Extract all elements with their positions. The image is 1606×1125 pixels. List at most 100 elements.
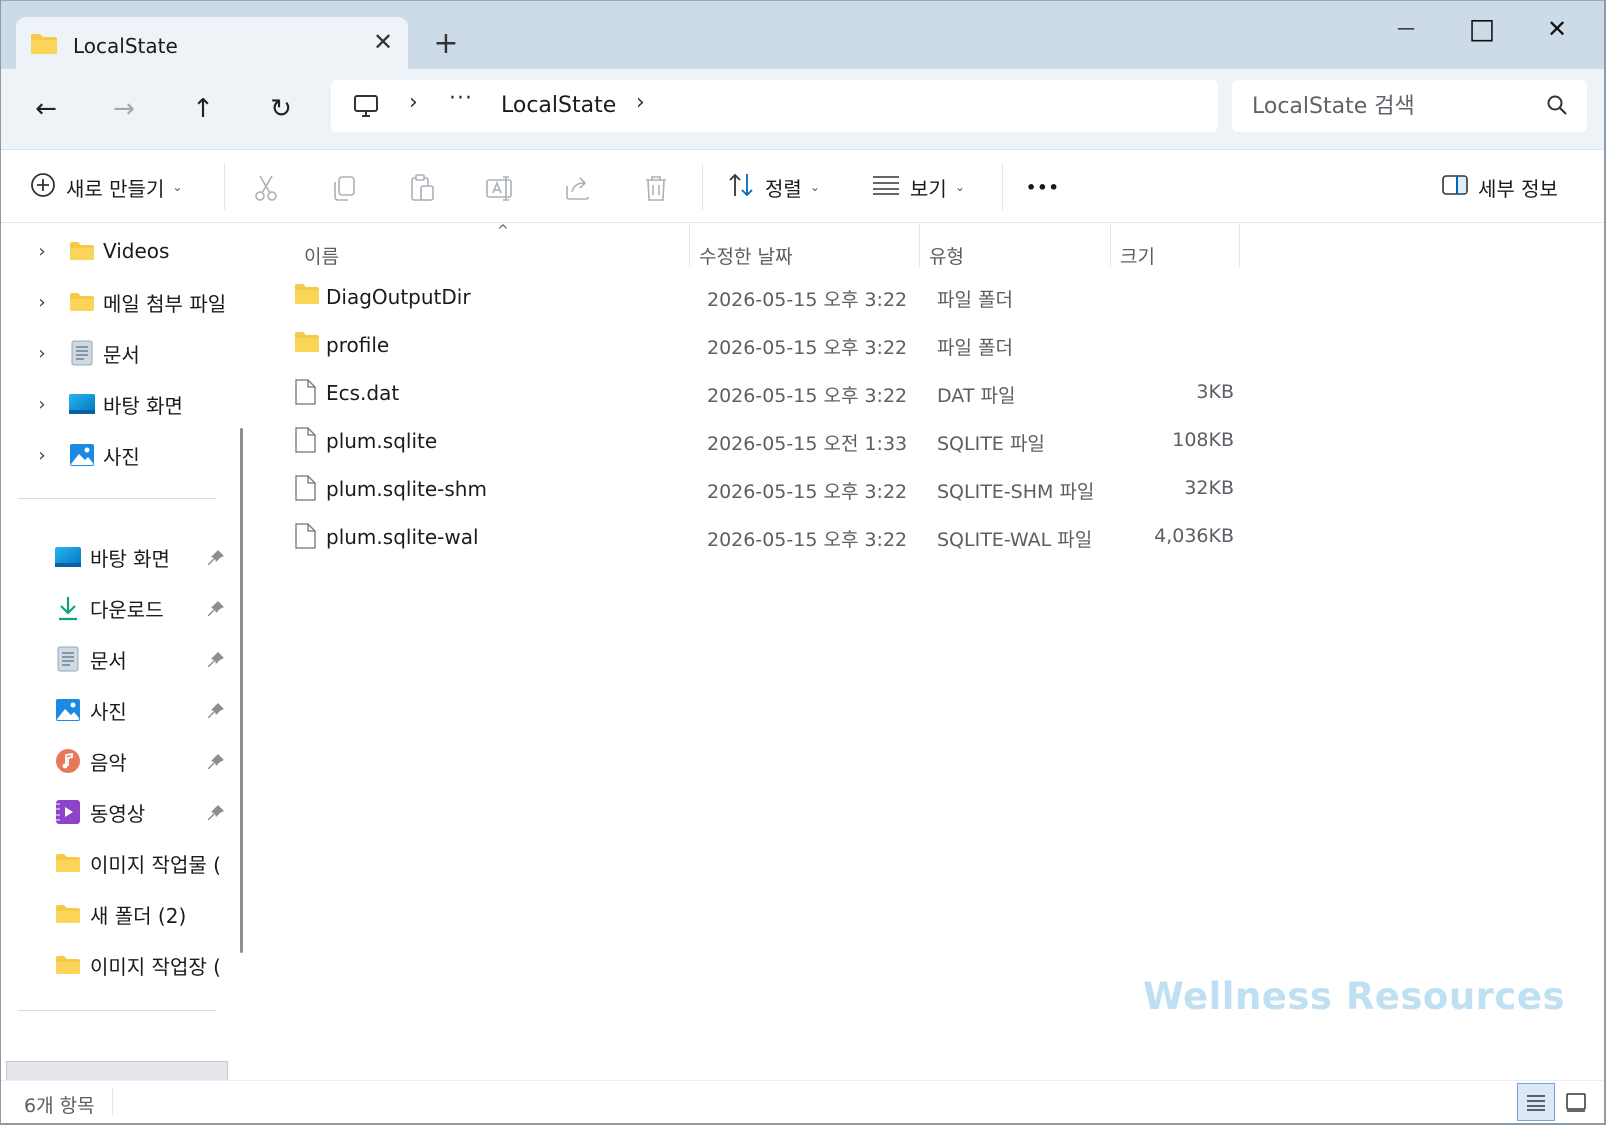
quick-access-label: 새 폴더 (2) <box>90 903 187 928</box>
column-divider[interactable] <box>1110 223 1111 267</box>
column-divider[interactable] <box>919 223 920 267</box>
status-bar: 6개 항목 <box>0 1080 1606 1125</box>
cut-icon[interactable] <box>250 172 282 204</box>
quick-access-label: 사진 <box>90 699 127 724</box>
search-input[interactable] <box>1252 88 1532 124</box>
file-row[interactable]: Ecs.dat 2026-05-15 오후 3:22 DAT 파일 3KB <box>280 371 1240 415</box>
chevron-right-icon[interactable]: › <box>32 241 52 262</box>
folder-icon <box>68 288 96 316</box>
file-row[interactable]: plum.sqlite-wal 2026-05-15 오후 3:22 SQLIT… <box>280 515 1240 559</box>
up-button[interactable]: ↑ <box>180 86 226 132</box>
quick-access-image-work-1[interactable]: 이미지 작업물 ( <box>54 843 228 883</box>
tiles-view-button[interactable] <box>1557 1083 1595 1121</box>
pictures-icon <box>68 441 96 469</box>
quick-access-label: 이미지 작업장 ( <box>90 954 221 979</box>
file-type: 파일 폴더 <box>937 289 1013 311</box>
column-divider[interactable] <box>1239 223 1240 267</box>
chevron-right-icon[interactable]: › <box>32 292 52 313</box>
video-icon <box>54 798 82 826</box>
this-pc-icon[interactable] <box>353 94 379 122</box>
column-divider[interactable] <box>689 223 690 267</box>
new-button-label: 새로 만들기 <box>66 176 165 201</box>
sidebar-item-desktop[interactable]: › 바탕 화면 <box>32 384 232 424</box>
quick-access-label: 다운로드 <box>90 597 164 622</box>
quick-access-new-folder-2[interactable]: 새 폴더 (2) <box>54 894 234 934</box>
new-button[interactable]: 새로 만들기 ⌄ <box>30 168 182 206</box>
quick-access-label: 음악 <box>90 750 127 775</box>
column-header-date[interactable]: 수정한 날짜 <box>699 235 919 275</box>
rename-icon[interactable] <box>484 172 516 204</box>
file-row[interactable]: plum.sqlite-shm 2026-05-15 오후 3:22 SQLIT… <box>280 467 1240 511</box>
copy-icon[interactable] <box>328 172 360 204</box>
file-name: plum.sqlite-wal <box>326 525 479 549</box>
quick-access-image-work-2[interactable]: 이미지 작업장 ( <box>54 945 228 985</box>
paste-icon[interactable] <box>406 172 438 204</box>
sort-button[interactable]: 정렬 ⌄ <box>727 168 820 206</box>
view-label: 보기 <box>910 176 947 201</box>
chevron-right-icon[interactable]: › <box>32 394 52 415</box>
file-type: DAT 파일 <box>937 385 1016 407</box>
view-list-icon <box>872 174 900 201</box>
chevron-down-icon: ⌄ <box>954 180 965 194</box>
file-type: SQLITE-SHM 파일 <box>937 481 1095 503</box>
details-pane-icon <box>1442 174 1468 201</box>
desktop-icon <box>54 543 82 571</box>
back-button[interactable]: ← <box>23 86 69 132</box>
breadcrumb[interactable]: › ··· LocalState › <box>331 80 1218 132</box>
column-header-type[interactable]: 유형 <box>929 235 1109 275</box>
details-view-button[interactable] <box>1517 1083 1555 1121</box>
command-bar: 새로 만들기 ⌄ 정렬 ⌄ 보기 ⌄ ••• 세부 정보 <box>0 149 1606 223</box>
folder-icon <box>54 900 82 928</box>
sidebar-item-videos[interactable]: › Videos <box>32 231 232 271</box>
close-button[interactable]: ✕ <box>1535 9 1579 49</box>
forward-button[interactable]: → <box>101 86 147 132</box>
folder-icon <box>294 331 320 357</box>
file-date: 2026-05-15 오후 3:22 <box>707 385 908 407</box>
sidebar-scrollbar[interactable] <box>240 428 243 953</box>
search-box[interactable] <box>1232 80 1587 132</box>
file-type: SQLITE-WAL 파일 <box>937 529 1093 551</box>
sidebar-item-label: 바탕 화면 <box>103 393 183 418</box>
view-button[interactable]: 보기 ⌄ <box>872 168 965 206</box>
file-icon <box>294 475 316 505</box>
folder-icon <box>30 33 58 59</box>
column-header-size[interactable]: 크기 <box>1120 235 1240 275</box>
share-icon[interactable] <box>562 172 594 204</box>
file-row[interactable]: profile 2026-05-15 오후 3:22 파일 폴더 <box>280 323 1240 367</box>
sort-icon <box>727 172 755 203</box>
file-row[interactable]: plum.sqlite 2026-05-15 오전 1:33 SQLITE 파일… <box>280 419 1240 463</box>
chevron-right-icon[interactable]: › <box>32 445 52 466</box>
maximize-button[interactable]: □ <box>1460 9 1504 49</box>
breadcrumb-current[interactable]: LocalState <box>501 93 616 118</box>
new-tab-button[interactable]: + <box>428 27 464 63</box>
breadcrumb-overflow[interactable]: ··· <box>449 86 473 111</box>
file-date: 2026-05-15 오후 3:22 <box>707 289 908 311</box>
details-pane-button[interactable]: 세부 정보 <box>1442 168 1558 206</box>
quick-access-label: 바탕 화면 <box>90 546 170 571</box>
chevron-right-icon[interactable]: › <box>32 343 52 364</box>
breadcrumb-separator-end[interactable]: › <box>636 90 645 115</box>
tab-close-icon[interactable]: ✕ <box>368 27 398 57</box>
tab-title: LocalState <box>73 34 178 58</box>
column-header-label: 수정한 날짜 <box>699 245 793 268</box>
sort-label: 정렬 <box>765 176 802 201</box>
tab-localstate[interactable]: LocalState ✕ <box>16 17 408 71</box>
file-row[interactable]: DiagOutputDir 2026-05-15 오후 3:22 파일 폴더 <box>280 275 1240 319</box>
column-header-label: 크기 <box>1120 245 1155 268</box>
refresh-button[interactable]: ↻ <box>258 86 304 132</box>
sidebar-item-pictures[interactable]: › 사진 <box>32 435 232 475</box>
column-header-name[interactable]: 이름 <box>304 235 684 275</box>
file-name: Ecs.dat <box>326 381 400 405</box>
minimize-button[interactable]: — <box>1384 9 1428 49</box>
pictures-icon <box>54 696 82 724</box>
file-size: 32KB <box>1184 477 1234 499</box>
delete-icon[interactable] <box>640 172 672 204</box>
sidebar-item-mail-attachments[interactable]: › 메일 첨부 파일 <box>32 282 232 322</box>
sidebar-item-documents[interactable]: › 문서 <box>32 333 232 373</box>
download-icon <box>54 594 82 622</box>
more-options-button[interactable]: ••• <box>1026 168 1060 206</box>
document-icon <box>54 645 82 673</box>
tiles-view-icon <box>1566 1093 1586 1112</box>
folder-icon <box>294 283 320 309</box>
breadcrumb-separator[interactable]: › <box>409 90 418 115</box>
